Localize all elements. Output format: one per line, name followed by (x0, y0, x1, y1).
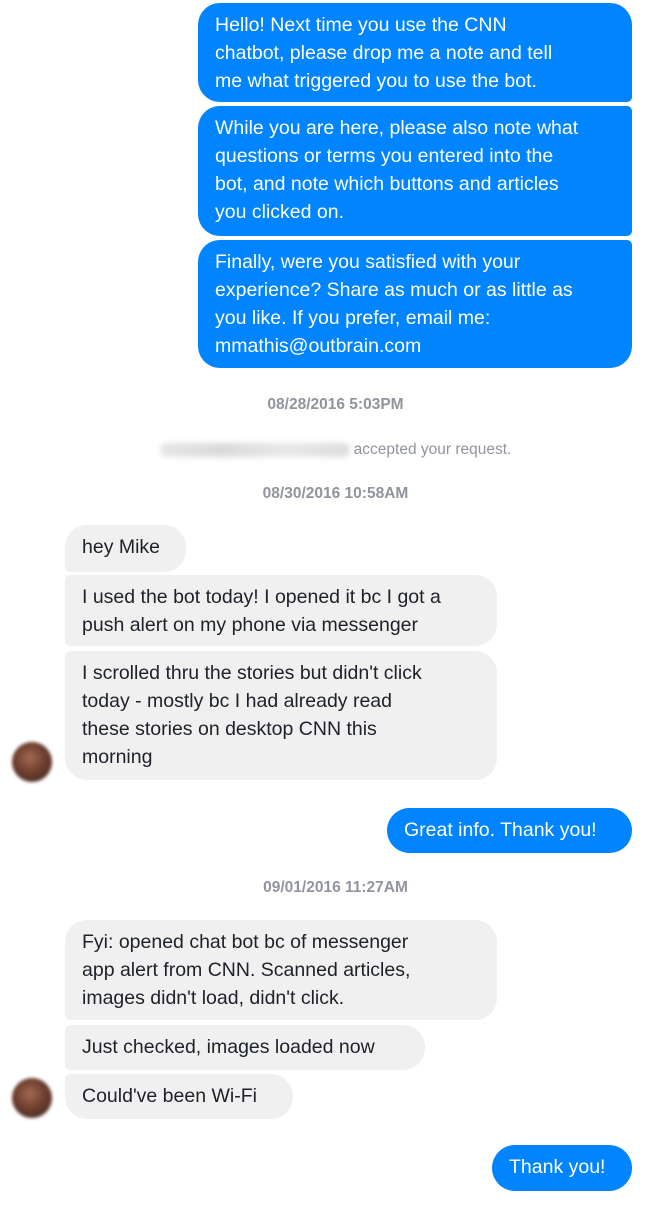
system-event-text: accepted your request. (353, 441, 512, 458)
message-bubble-received[interactable]: I scrolled thru the stories but didn't c… (65, 651, 497, 780)
message-bubble-sent[interactable]: While you are here, please also note wha… (198, 106, 632, 236)
message-bubble-sent[interactable]: Hello! Next time you use the CNN chatbot… (198, 3, 632, 102)
message-bubble-received[interactable]: hey Mike (65, 525, 186, 572)
timestamp: 09/01/2016 11:27AM (263, 879, 408, 896)
timestamp: 08/30/2016 10:58AM (262, 485, 409, 502)
message-bubble-received[interactable]: I used the bot today! I opened it bc I g… (65, 575, 497, 646)
message-bubble-received[interactable]: Fyi: opened chat bot bc of messenger app… (65, 920, 497, 1020)
system-event: accepted your request. (0, 441, 671, 459)
message-bubble-sent[interactable]: Finally, were you satisfied with your ex… (198, 240, 632, 368)
message-bubble-sent[interactable]: Thank you! (492, 1145, 632, 1191)
blurred-contact-name (159, 442, 350, 457)
timestamp: 08/28/2016 5:03PM (267, 396, 404, 413)
message-bubble-received[interactable]: Just checked, images loaded now (65, 1025, 425, 1070)
contact-avatar[interactable] (12, 1078, 52, 1118)
contact-avatar[interactable] (12, 742, 52, 782)
message-bubble-received[interactable]: Could've been Wi-Fi (65, 1074, 293, 1119)
message-bubble-sent[interactable]: Great info. Thank you! (387, 808, 632, 853)
